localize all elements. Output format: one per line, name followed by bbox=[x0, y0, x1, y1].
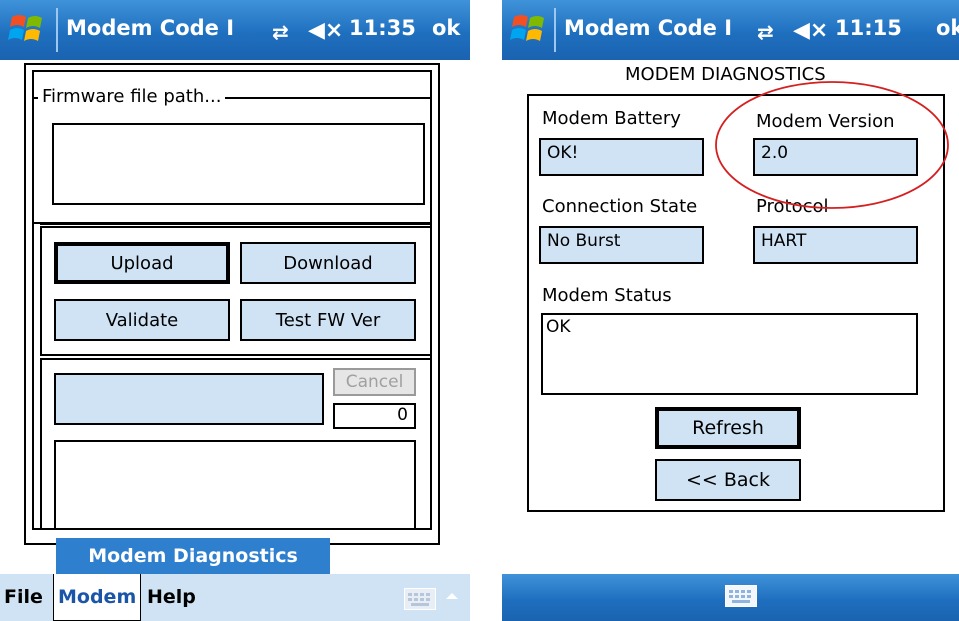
validate-button[interactable]: Validate bbox=[54, 299, 230, 341]
connection-state-label: Connection State bbox=[542, 196, 698, 217]
modem-status-label: Modem Status bbox=[542, 285, 672, 306]
modem-diagnostics-menu-item[interactable]: Modem Diagnostics bbox=[56, 538, 330, 574]
speaker-muted-icon[interactable]: ◀× bbox=[793, 18, 828, 43]
back-button[interactable]: << Back bbox=[655, 459, 801, 501]
windows-start-icon[interactable] bbox=[510, 9, 550, 49]
protocol-value: HART bbox=[753, 226, 918, 264]
modem-battery-value: OK! bbox=[539, 138, 704, 176]
menu-modem[interactable]: Modem bbox=[53, 574, 142, 621]
divider bbox=[40, 223, 432, 225]
modem-version-label: Modem Version bbox=[756, 111, 895, 132]
progress-bar bbox=[54, 373, 324, 425]
progress-counter: 0 bbox=[333, 403, 416, 429]
connection-state-value: No Burst bbox=[539, 226, 704, 264]
title-separator bbox=[554, 8, 556, 52]
modem-battery-label: Modem Battery bbox=[542, 108, 681, 129]
windows-start-icon[interactable] bbox=[8, 9, 48, 49]
log-area[interactable] bbox=[54, 440, 416, 530]
app-title: Modem Code I bbox=[66, 16, 235, 40]
modem-version-value: 2.0 bbox=[753, 138, 918, 176]
menu-help[interactable]: Help bbox=[147, 586, 196, 608]
ok-button[interactable]: ok bbox=[936, 16, 959, 40]
menu-bar: File Modem Help bbox=[0, 574, 470, 621]
test-fw-version-button[interactable]: Test FW Ver bbox=[240, 299, 416, 341]
speaker-muted-icon[interactable]: ◀× bbox=[308, 18, 343, 43]
keyboard-icon[interactable] bbox=[725, 585, 757, 607]
title-bar: Modem Code I ⇄ ◀× 11:35 ok bbox=[0, 0, 470, 60]
download-button[interactable]: Download bbox=[240, 242, 416, 284]
diagnostics-heading: MODEM DIAGNOSTICS bbox=[625, 64, 826, 85]
firmware-path-input[interactable] bbox=[52, 123, 425, 205]
modem-status-value: OK bbox=[541, 313, 918, 395]
clock[interactable]: 11:15 bbox=[835, 16, 902, 40]
ok-button[interactable]: ok bbox=[432, 16, 460, 40]
sync-arrows-icon[interactable]: ⇄ bbox=[757, 20, 774, 44]
clock[interactable]: 11:35 bbox=[349, 16, 416, 40]
refresh-button[interactable]: Refresh bbox=[655, 407, 801, 449]
cancel-button[interactable]: Cancel bbox=[333, 368, 416, 396]
left-device-screen: Modem Code I ⇄ ◀× 11:35 ok Firmware file… bbox=[0, 0, 470, 621]
title-separator bbox=[56, 8, 58, 52]
upload-button[interactable]: Upload bbox=[54, 242, 230, 284]
app-title: Modem Code I bbox=[564, 16, 733, 40]
protocol-label: Protocol bbox=[756, 196, 829, 217]
keyboard-icon[interactable] bbox=[404, 588, 436, 610]
arrow-up-icon[interactable] bbox=[446, 593, 458, 599]
firmware-group-label: Firmware file path... bbox=[38, 86, 226, 107]
menu-file[interactable]: File bbox=[4, 586, 43, 608]
sync-arrows-icon[interactable]: ⇄ bbox=[272, 20, 289, 44]
title-bar: Modem Code I ⇄ ◀× 11:15 ok bbox=[502, 0, 959, 60]
